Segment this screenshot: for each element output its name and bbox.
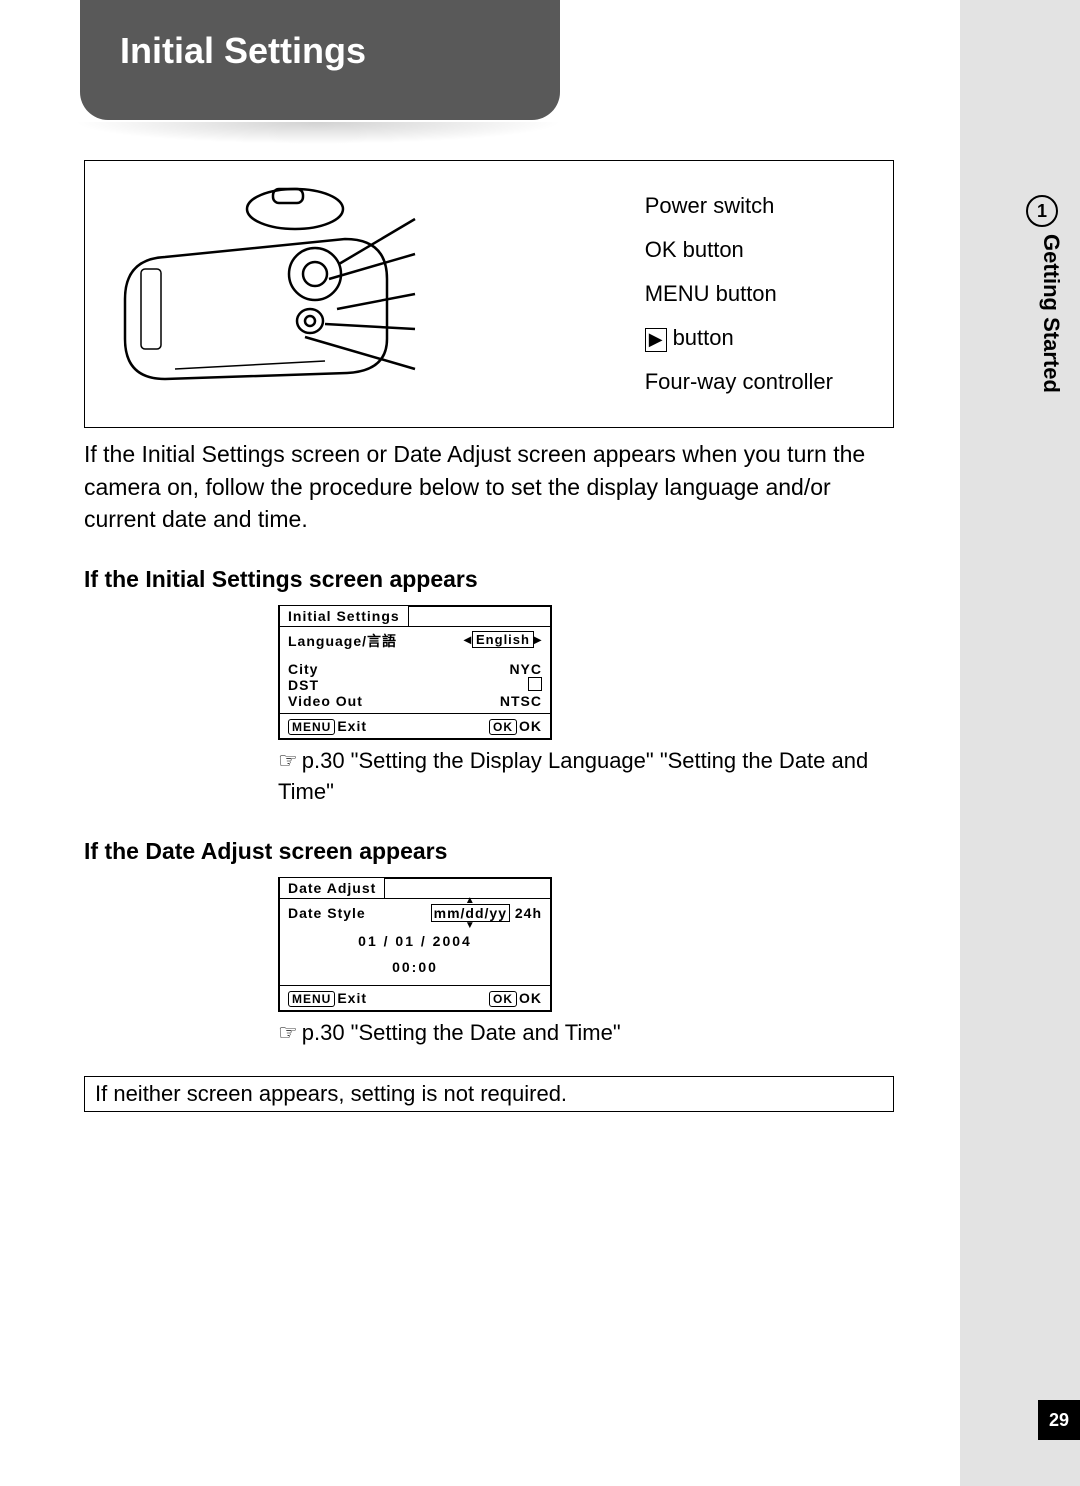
lcd1-city-value: NYC — [509, 661, 542, 677]
reference-1: ☞p.30 "Setting the Display Language" "Se… — [278, 746, 894, 808]
page-number-tab: 29 — [1038, 1400, 1080, 1440]
lcd2-style-label: Date Style — [288, 905, 366, 921]
lcd1-language-value: ◂English▸ — [464, 631, 542, 651]
reference-2: ☞p.30 "Setting the Date and Time" — [278, 1018, 894, 1049]
callout-four-way: Four-way controller — [645, 360, 833, 404]
lcd-initial-settings: Initial Settings Language/言語 ◂English▸ C… — [278, 605, 552, 740]
callout-list: Power switch OK button MENU button ▶butt… — [645, 184, 833, 404]
section-name-vertical: Getting Started — [1038, 234, 1064, 393]
lcd1-title: Initial Settings — [279, 605, 409, 626]
menu-button-icon: MENU — [288, 991, 335, 1007]
pointer-icon: ☞ — [278, 748, 298, 773]
page-title: Initial Settings — [120, 30, 366, 71]
camera-line-art — [115, 179, 445, 409]
page-title-tab: Initial Settings — [80, 0, 560, 120]
lcd1-city-label: City — [288, 661, 318, 677]
subhead-initial-settings: If the Initial Settings screen appears — [84, 566, 894, 593]
content-column: Power switch OK button MENU button ▶butt… — [84, 160, 894, 1112]
lcd2-time: 00:00 — [288, 959, 542, 975]
lcd2-date: 01 / 01 / 2004 — [288, 933, 542, 949]
section-number-badge: 1 — [1026, 195, 1058, 227]
callout-play-button: ▶button — [645, 316, 833, 360]
lcd-date-adjust: Date Adjust Date Style ▲mm/dd/yy▼ 24h 01… — [278, 877, 552, 1012]
callout-power-switch: Power switch — [645, 184, 833, 228]
title-shadow — [73, 122, 563, 144]
lcd1-dst-checkbox — [528, 677, 542, 691]
side-gutter — [960, 0, 1080, 1486]
lcd2-style-value: ▲mm/dd/yy▼ 24h — [431, 905, 542, 921]
lcd1-video-value: NTSC — [500, 693, 542, 709]
callout-menu-button: MENU button — [645, 272, 833, 316]
callout-ok-button: OK button — [645, 228, 833, 272]
ok-button-icon: OK — [489, 719, 517, 735]
camera-diagram-frame: Power switch OK button MENU button ▶butt… — [84, 160, 894, 428]
lcd1-video-label: Video Out — [288, 693, 363, 709]
intro-paragraph: If the Initial Settings screen or Date A… — [84, 438, 894, 536]
menu-button-icon: MENU — [288, 719, 335, 735]
subhead-date-adjust: If the Date Adjust screen appears — [84, 838, 894, 865]
ok-button-icon: OK — [489, 991, 517, 1007]
playback-icon: ▶ — [645, 328, 667, 352]
note-box: If neither screen appears, setting is no… — [84, 1076, 894, 1112]
lcd2-title: Date Adjust — [279, 877, 385, 898]
lcd1-dst-label: DST — [288, 677, 319, 693]
pointer-icon: ☞ — [278, 1020, 298, 1045]
lcd1-language-label: Language/言語 — [288, 631, 397, 651]
